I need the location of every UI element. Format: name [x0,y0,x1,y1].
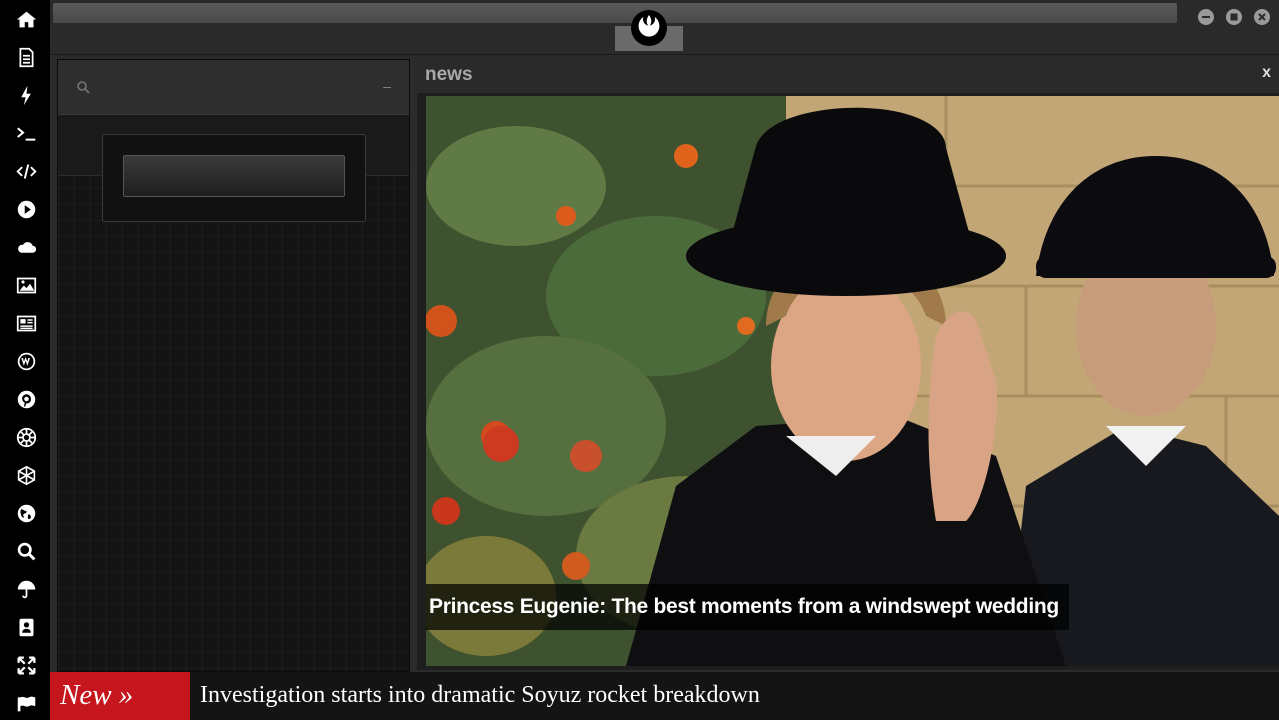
minimize-icon[interactable] [1198,9,1214,25]
news-title: news [425,64,473,85]
news-ticker: New » Investigation starts into dramatic… [50,672,1279,720]
maximize-icon[interactable] [1226,9,1242,25]
rebel-alliance-icon [629,8,669,48]
search-icon[interactable] [76,80,90,94]
close-icon[interactable] [1254,9,1270,25]
umbrella-icon[interactable] [14,577,38,601]
expand-icon[interactable] [14,653,38,677]
document-icon[interactable] [14,45,38,69]
address-bar[interactable] [53,3,1177,23]
ticker-badge: New » [50,672,190,720]
ticker-headline[interactable]: Investigation starts into dramatic Soyuz… [200,672,760,718]
sidebar [0,0,50,720]
wordpress-icon[interactable] [14,349,38,373]
widget-button[interactable] [123,155,345,197]
cloud-icon[interactable] [14,235,38,259]
news-caption[interactable]: Princess Eugenie: The best moments from … [426,584,1069,630]
contacts-icon[interactable] [14,615,38,639]
empire-icon[interactable] [14,425,38,449]
image-icon[interactable] [14,273,38,297]
news-photo[interactable]: Princess Eugenie: The best moments from … [426,96,1279,666]
home-icon[interactable] [14,7,38,31]
flag-icon[interactable] [14,691,38,715]
newspaper-icon[interactable] [14,311,38,335]
network-icon[interactable] [14,463,38,487]
search-icon[interactable] [14,539,38,563]
widget-box [102,134,366,222]
left-panel-header: – [58,60,409,115]
pinterest-icon[interactable] [14,387,38,411]
terminal-icon[interactable] [14,121,38,145]
globe-icon[interactable] [14,501,38,525]
play-icon[interactable] [14,197,38,221]
panel-minimize-button[interactable]: – [383,78,391,94]
top-bar [50,0,1279,55]
code-icon[interactable] [14,159,38,183]
news-panel: news x Princess Eugenie: The best moment… [417,59,1279,670]
news-photo-illustration [426,96,1279,666]
news-header: news x [417,59,1279,93]
lightning-icon[interactable] [14,83,38,107]
news-close-button[interactable]: x [1262,64,1271,82]
left-panel: – [57,59,410,672]
